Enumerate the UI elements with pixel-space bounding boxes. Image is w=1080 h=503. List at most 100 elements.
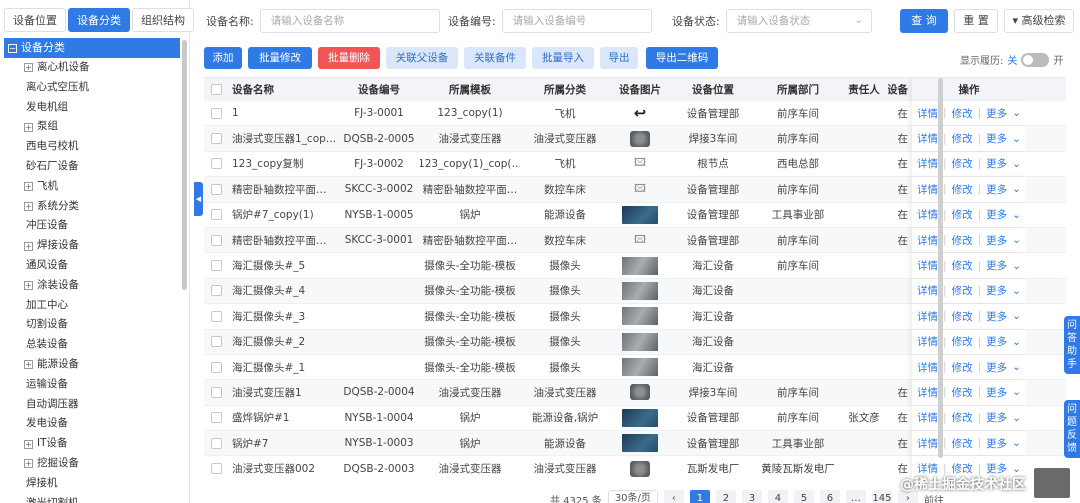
cell-image[interactable] [610,253,670,277]
table-row[interactable]: 精密卧轴数控平面… SKCC-3-0002 精密卧轴数控平面… 数控车床 🖾 设备管理部 前… [204,177,1066,203]
cell-image[interactable] [610,456,670,477]
detail-link[interactable]: 详情 [917,360,938,375]
device-thumbnail[interactable] [622,332,658,351]
tree-node[interactable]: + 离心机设备 [4,58,180,78]
tab-category[interactable]: 设备分类 [68,8,130,32]
device-thumbnail[interactable] [630,460,650,477]
edit-link[interactable]: 修改 [952,106,973,121]
edit-link[interactable]: 修改 [952,385,973,400]
back-to-top-button[interactable] [1034,468,1070,498]
row-checkbox[interactable] [204,406,228,430]
page-number[interactable]: 5 [793,490,814,503]
page-number[interactable]: 6 [819,490,840,503]
more-link[interactable]: 更多 [986,385,1007,400]
detail-link[interactable]: 详情 [917,258,938,273]
cell-image[interactable] [610,203,670,227]
expand-icon[interactable]: + [24,63,33,73]
query-button[interactable]: 查 询 [900,9,948,33]
more-link[interactable]: 更多 [986,360,1007,375]
edit-link[interactable]: 修改 [952,156,973,171]
edit-link[interactable]: 修改 [952,410,973,425]
more-link[interactable]: 更多 [986,207,1007,222]
cell-image[interactable]: ↩ [610,101,670,125]
row-checkbox[interactable] [204,355,228,379]
detail-link[interactable]: 详情 [917,436,938,451]
table-row[interactable]: 油浸式变压器1_cop… DQSB-2-0005 油浸式变压器 油浸式变压器 焊接3车间… [204,126,1066,152]
tab-org[interactable]: 组织结构 [132,8,194,32]
more-link[interactable]: 更多 [986,334,1007,349]
edit-link[interactable]: 修改 [952,360,973,375]
expand-icon[interactable]: + [24,201,33,211]
detail-link[interactable]: 详情 [917,131,938,146]
status-select[interactable]: 请输入设备状态 ⌄ [725,9,872,33]
detail-link[interactable]: 详情 [917,182,938,197]
cell-image[interactable] [610,406,670,430]
expand-icon[interactable]: + [24,182,33,192]
edit-link[interactable]: 修改 [952,436,973,451]
cell-image[interactable] [610,126,670,150]
code-input[interactable]: 请输入设备编号 [501,9,652,33]
collapse-icon[interactable]: − [8,43,17,53]
tree-scrollbar[interactable] [182,40,187,290]
row-checkbox[interactable] [204,380,228,404]
more-link[interactable]: 更多 [986,309,1007,324]
row-checkbox[interactable] [204,431,228,455]
page-number[interactable]: 1 [689,490,710,503]
table-scrollbar[interactable] [938,78,943,458]
cell-image[interactable]: 🖾 [610,228,670,252]
expand-icon[interactable]: + [24,241,33,251]
history-toggle[interactable] [1021,52,1050,67]
qa-assistant-tab[interactable]: 问答助手 [1064,316,1080,374]
more-link[interactable]: 更多 [986,233,1007,248]
feedback-tab[interactable]: 问题反馈 [1064,400,1080,458]
page-number[interactable]: 2 [715,490,736,503]
advanced-search-button[interactable]: ▾ 高级检索 [1004,9,1074,33]
row-checkbox[interactable] [204,456,228,477]
cell-image[interactable] [610,431,670,455]
table-row[interactable]: 锅炉#7 NYSB-1-0003 锅炉 能源设备 设备管理部 工具事业部在详情 | 修改 | 更多… [204,431,1066,457]
row-checkbox[interactable] [204,228,228,252]
batch-edit-button[interactable]: 批量修改 [248,47,312,69]
export-button[interactable]: 导出 [600,47,638,69]
tree-node[interactable]: + 挖掘设备 [4,454,180,474]
tree-node[interactable]: 砂石厂设备 [4,157,180,177]
select-all-checkbox[interactable] [204,78,228,101]
detail-link[interactable]: 详情 [917,283,938,298]
tree-node[interactable]: + 泵组 [4,117,180,137]
tree-node[interactable]: 激光切割机 [4,494,180,503]
tree-node[interactable]: + 涂装设备 [4,276,180,296]
table-row[interactable]: 油浸式变压器1 DQSB-2-0004 油浸式变压器 油浸式变压器 焊接3车间 前序车间 在… [204,380,1066,406]
device-thumbnail[interactable] [622,256,658,275]
tree-node[interactable]: 离心式空压机 [4,78,180,98]
more-link[interactable]: 更多 [986,131,1007,146]
expand-icon[interactable]: + [24,439,33,449]
tree-node[interactable]: + IT设备 [4,434,180,454]
more-link[interactable]: 更多 [986,258,1007,273]
edit-link[interactable]: 修改 [952,283,973,298]
page-number[interactable]: … [845,490,866,503]
tree-node[interactable]: + 系统分类 [4,197,180,217]
tree-node[interactable]: 通风设备 [4,256,180,276]
expand-icon[interactable]: + [24,459,33,469]
more-link[interactable]: 更多 [986,106,1007,121]
cell-image[interactable] [610,355,670,379]
cell-image[interactable]: 🖾 [610,177,670,201]
detail-link[interactable]: 详情 [917,385,938,400]
page-number[interactable]: 3 [741,490,762,503]
detail-link[interactable]: 详情 [917,207,938,222]
row-checkbox[interactable] [204,126,228,150]
batch-delete-button[interactable]: 批量删除 [318,47,380,69]
expand-icon[interactable]: + [24,360,33,370]
edit-link[interactable]: 修改 [952,334,973,349]
more-link[interactable]: 更多 [986,283,1007,298]
tree-node[interactable]: 发电机组 [4,98,180,118]
table-row[interactable]: 海汇摄像头#_3 摄像头-全功能-模板 摄像头 海汇设备 详情 | 修改 | 更多 ⌄ [204,304,1066,330]
table-row[interactable]: 海汇摄像头#_2 摄像头-全功能-模板 摄像头 海汇设备 详情 | 修改 | 更多 ⌄ [204,329,1066,355]
detail-link[interactable]: 详情 [917,334,938,349]
tree-node[interactable]: 加工中心 [4,296,180,316]
edit-link[interactable]: 修改 [952,258,973,273]
device-thumbnail[interactable] [630,384,650,401]
table-row[interactable]: 123_copy复制 FJ-3-0002 123_copy(1)_cop(… 飞机 🖾 根… [204,151,1066,178]
link-spare-button[interactable]: 关联备件 [464,47,526,69]
more-link[interactable]: 更多 [986,156,1007,171]
